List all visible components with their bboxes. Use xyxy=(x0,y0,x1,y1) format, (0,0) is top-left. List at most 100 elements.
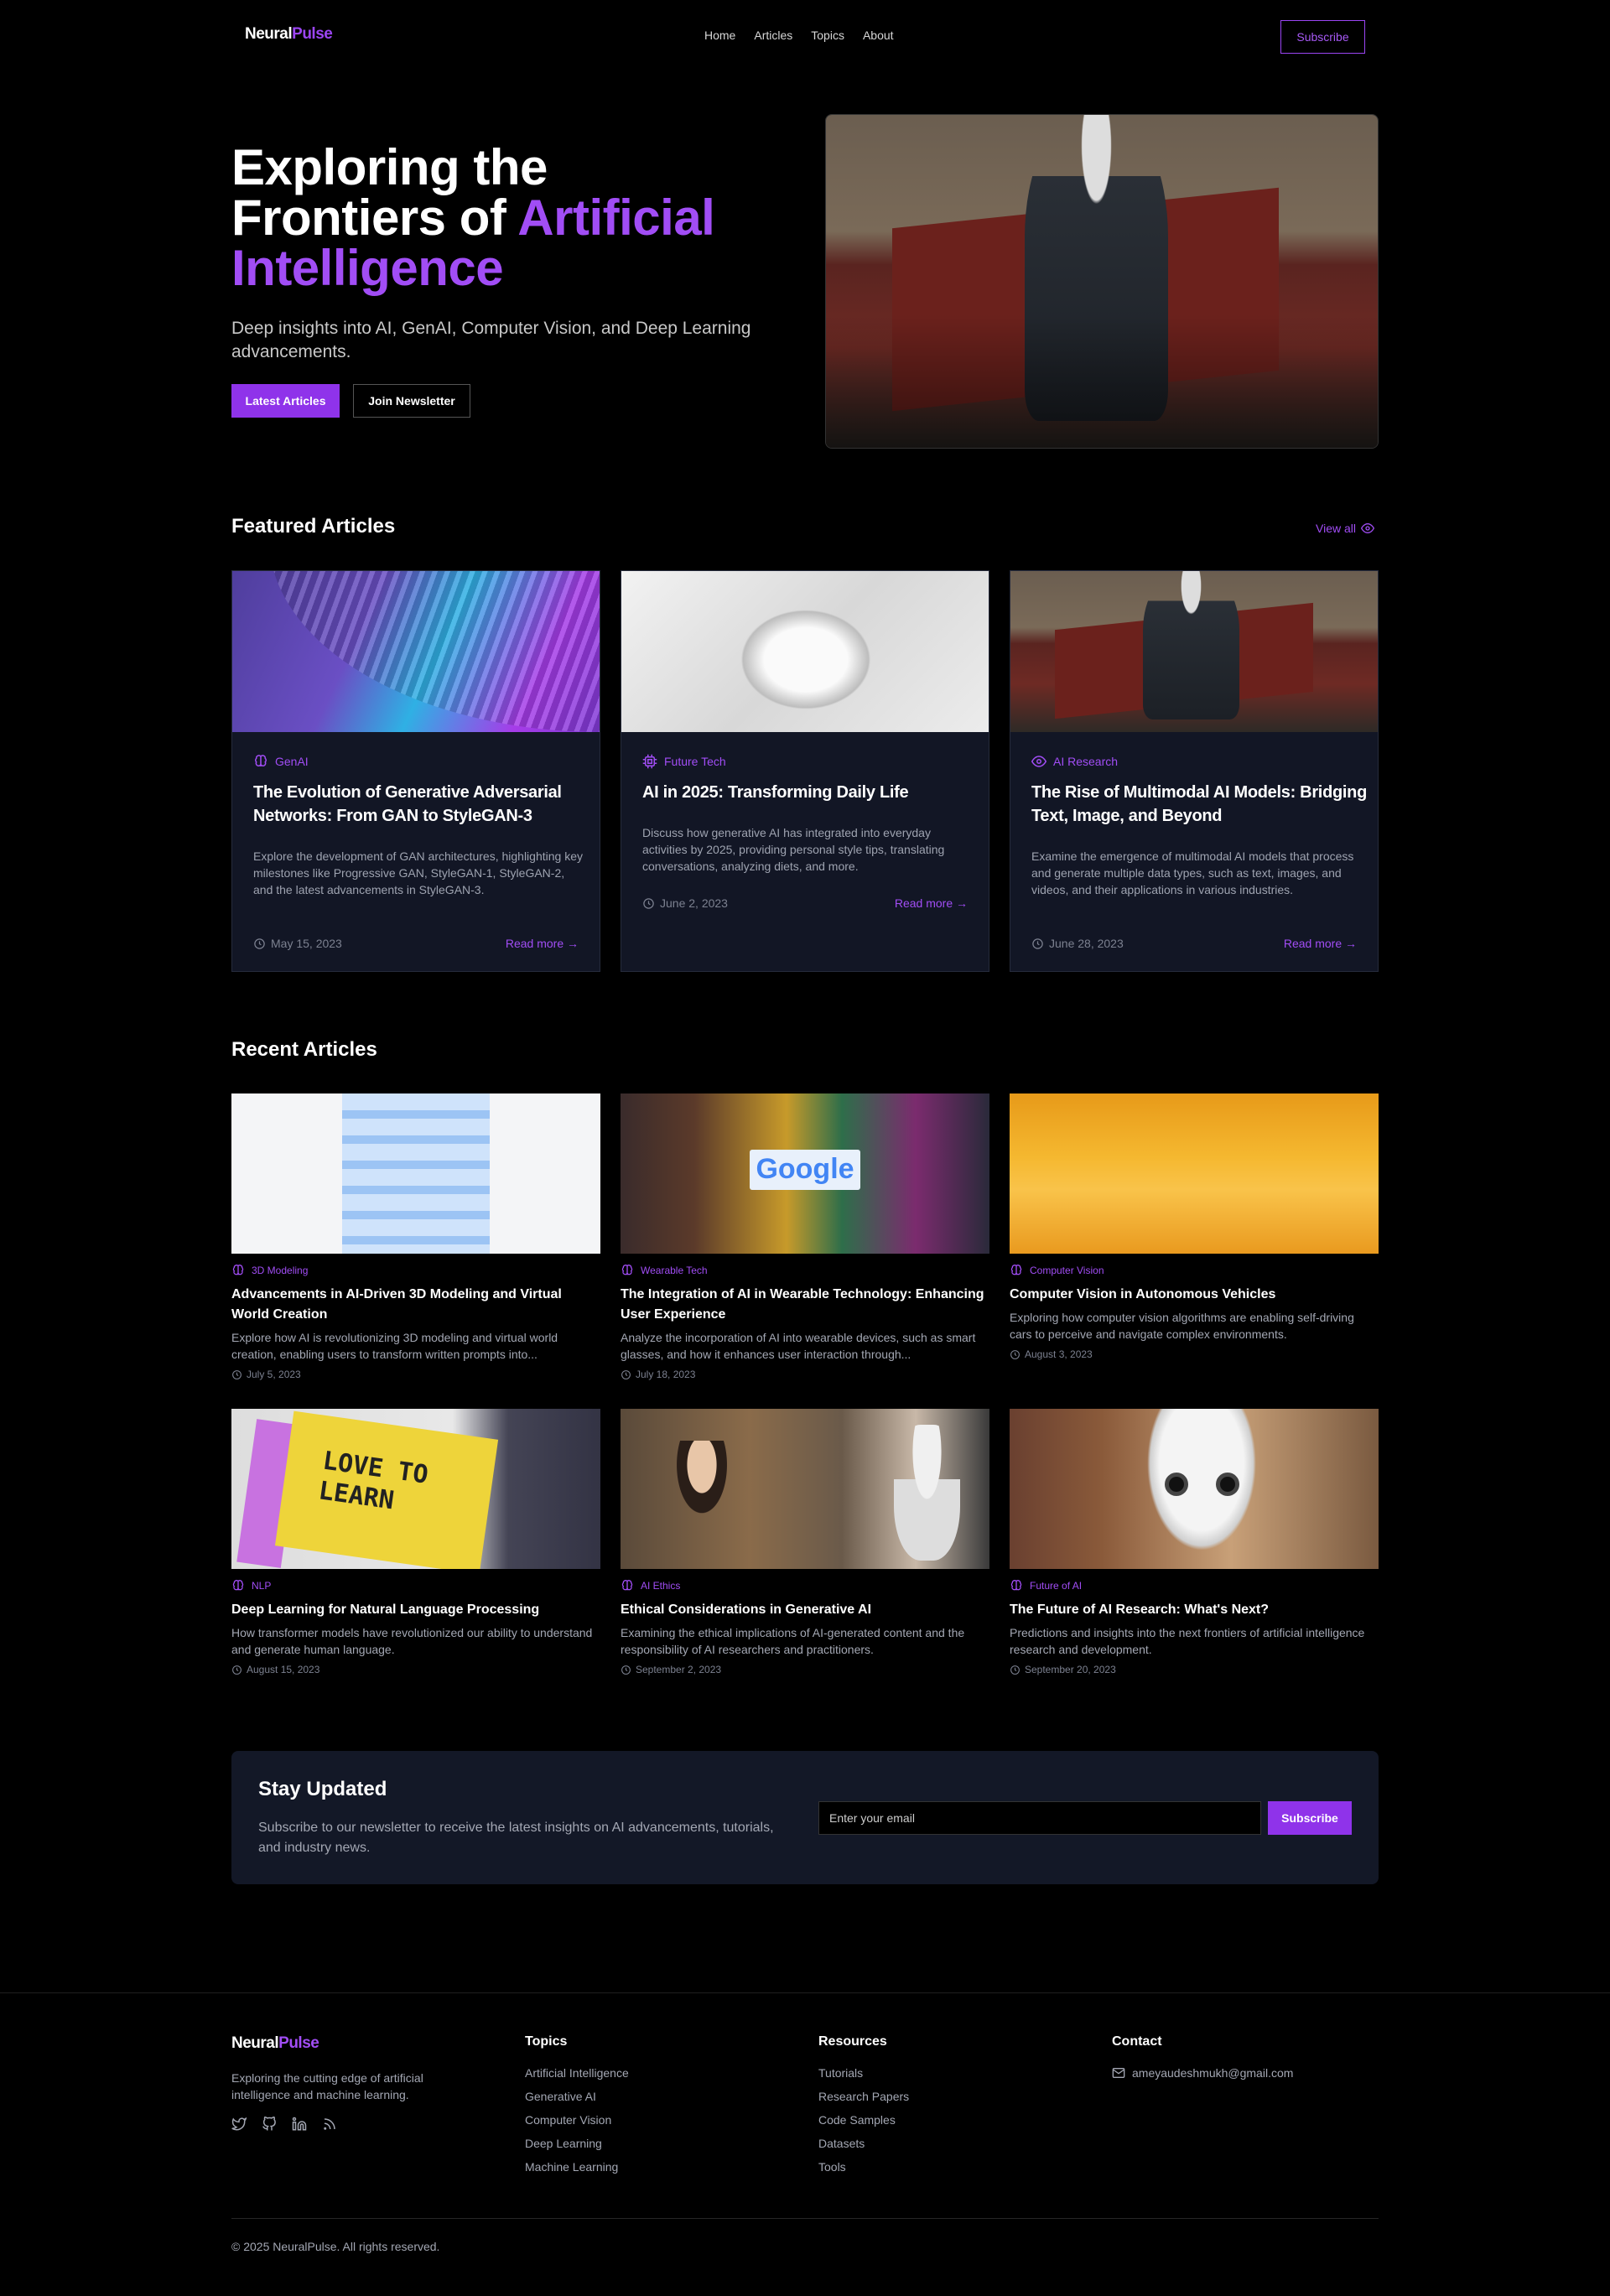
brain-icon xyxy=(621,1579,634,1592)
nav-link-topics[interactable]: Topics xyxy=(811,29,844,42)
linkedin-icon[interactable] xyxy=(292,2117,307,2132)
recent-card[interactable]: 3D Modeling Advancements in AI-Driven 3D… xyxy=(231,1093,600,1380)
featured-card-image xyxy=(1010,571,1378,732)
featured-card-title[interactable]: AI in 2025: Transforming Daily Life xyxy=(642,781,978,804)
recent-card-date-text: July 5, 2023 xyxy=(247,1369,301,1380)
recent-card[interactable]: LOVE TO LEARN NLP Deep Learning for Natur… xyxy=(231,1409,600,1675)
view-all-link[interactable]: View all xyxy=(1316,522,1374,535)
brain-icon xyxy=(253,754,268,769)
recent-card-image xyxy=(621,1409,989,1569)
github-icon[interactable] xyxy=(262,2117,277,2132)
brain-icon xyxy=(621,1264,634,1277)
latest-articles-button[interactable]: Latest Articles xyxy=(231,384,340,418)
hero-subtitle: Deep insights into AI, GenAI, Computer V… xyxy=(231,319,751,361)
featured-card-category[interactable]: Future Tech xyxy=(642,754,726,769)
recent-card-image: LOVE TO LEARN xyxy=(231,1409,600,1569)
recent-card-description: Explore how AI is revolutionizing 3D mod… xyxy=(231,1331,558,1361)
featured-card[interactable]: GenAI The Evolution of Generative Advers… xyxy=(231,570,600,972)
footer-resource-link[interactable]: Datasets xyxy=(818,2137,865,2150)
footer-topics: Topics Artificial Intelligence Generativ… xyxy=(525,2034,629,2179)
newsletter-email-input[interactable] xyxy=(818,1801,1261,1835)
recent-card-image xyxy=(1010,1093,1379,1254)
featured-card-category[interactable]: AI Research xyxy=(1031,754,1118,769)
social-links xyxy=(231,2117,337,2132)
recent-card-description: Predictions and insights into the next f… xyxy=(1010,1626,1365,1656)
footer-resources: Resources Tutorials Research Papers Code… xyxy=(818,2034,909,2179)
recent-card-category[interactable]: NLP xyxy=(231,1579,600,1592)
nav-subscribe-button[interactable]: Subscribe xyxy=(1280,20,1365,54)
footer-contact-heading: Contact xyxy=(1112,2034,1162,2049)
clock-icon xyxy=(231,1369,242,1380)
clock-icon xyxy=(1031,938,1044,950)
newsletter-subscribe-button[interactable]: Subscribe xyxy=(1268,1801,1352,1835)
footer-topic-link[interactable]: Machine Learning xyxy=(525,2160,618,2174)
rss-icon[interactable] xyxy=(322,2117,337,2132)
logo-accent-text: Pulse xyxy=(292,25,333,43)
footer-resource-link[interactable]: Tutorials xyxy=(818,2066,863,2080)
featured-card-title[interactable]: The Rise of Multimodal AI Models: Bridgi… xyxy=(1031,781,1367,828)
footer-resource-link[interactable]: Tools xyxy=(818,2160,846,2174)
footer-resource-link[interactable]: Code Samples xyxy=(818,2113,896,2127)
nav-link-articles[interactable]: Articles xyxy=(754,29,792,42)
recent-card[interactable]: Google Wearable Tech The Integration of … xyxy=(621,1093,989,1380)
featured-card[interactable]: AI Research The Rise of Multimodal AI Mo… xyxy=(1010,570,1379,972)
site-logo[interactable]: NeuralPulse xyxy=(245,25,333,44)
hero-title: Exploring the Frontiers of Artificial In… xyxy=(231,143,768,293)
recent-card-title[interactable]: The Future of AI Research: What's Next? xyxy=(1010,1600,1379,1620)
nav-link-about[interactable]: About xyxy=(863,29,894,42)
footer-topic-link[interactable]: Artificial Intelligence xyxy=(525,2066,629,2080)
nav-link-home[interactable]: Home xyxy=(704,29,735,42)
recent-card-title[interactable]: Computer Vision in Autonomous Vehicles xyxy=(1010,1285,1379,1305)
recent-card-image xyxy=(231,1093,600,1254)
clock-icon xyxy=(1010,1665,1021,1675)
recent-card-title[interactable]: The Integration of AI in Wearable Techno… xyxy=(621,1285,989,1325)
featured-card[interactable]: Future Tech AI in 2025: Transforming Dai… xyxy=(621,570,989,972)
recent-card-category[interactable]: AI Ethics xyxy=(621,1579,989,1592)
newsletter-heading: Stay Updated xyxy=(258,1778,387,1800)
featured-card-title[interactable]: The Evolution of Generative Adversarial … xyxy=(253,781,589,828)
read-more-link[interactable]: Read more → xyxy=(506,937,579,950)
featured-card-image xyxy=(621,571,989,732)
recent-card-date-text: July 18, 2023 xyxy=(636,1369,696,1380)
recent-card[interactable]: Future of AI The Future of AI Research: … xyxy=(1010,1409,1379,1675)
recent-card[interactable]: AI Ethics Ethical Considerations in Gene… xyxy=(621,1409,989,1675)
recent-card-category[interactable]: Computer Vision xyxy=(1010,1264,1379,1277)
view-all-label: View all xyxy=(1316,522,1356,535)
read-more-link[interactable]: Read more → xyxy=(895,896,968,910)
clock-icon xyxy=(1010,1349,1021,1360)
recent-card-date: September 20, 2023 xyxy=(1010,1664,1379,1675)
recent-card-title[interactable]: Deep Learning for Natural Language Proce… xyxy=(231,1600,600,1620)
recent-card-title[interactable]: Advancements in AI-Driven 3D Modeling an… xyxy=(231,1285,600,1325)
recent-card-description: Exploring how computer vision algorithms… xyxy=(1010,1311,1354,1341)
featured-card-image xyxy=(232,571,600,732)
recent-card-title[interactable]: Ethical Considerations in Generative AI xyxy=(621,1600,989,1620)
recent-card-image: Google xyxy=(621,1093,989,1254)
read-more-link[interactable]: Read more → xyxy=(1284,937,1357,950)
recent-card[interactable]: Computer Vision Computer Vision in Auton… xyxy=(1010,1093,1379,1360)
footer-topic-link[interactable]: Computer Vision xyxy=(525,2113,611,2127)
featured-card-category-label: Future Tech xyxy=(664,755,726,768)
footer-bottom-divider xyxy=(231,2218,1379,2219)
recent-heading: Recent Articles xyxy=(231,1038,377,1061)
featured-card-description: Explore the development of GAN architect… xyxy=(253,849,583,896)
brain-icon xyxy=(1010,1579,1023,1592)
footer-logo[interactable]: NeuralPulse xyxy=(231,2034,319,2053)
recent-card-category[interactable]: Wearable Tech xyxy=(621,1264,989,1277)
footer-topic-link[interactable]: Deep Learning xyxy=(525,2137,602,2150)
top-nav: NeuralPulse Home Articles Topics About S… xyxy=(0,0,1610,74)
clock-icon xyxy=(621,1665,631,1675)
twitter-icon[interactable] xyxy=(231,2117,247,2132)
footer-tagline: Exploring the cutting edge of artificial… xyxy=(231,2071,423,2101)
footer-topics-heading: Topics xyxy=(525,2034,568,2049)
footer-topic-link[interactable]: Generative AI xyxy=(525,2090,596,2103)
recent-card-category[interactable]: Future of AI xyxy=(1010,1579,1379,1592)
footer-divider xyxy=(0,1992,1610,1993)
recent-card-image xyxy=(1010,1409,1379,1569)
recent-card-category[interactable]: 3D Modeling xyxy=(231,1264,600,1277)
featured-card-category[interactable]: GenAI xyxy=(253,754,309,769)
join-newsletter-button[interactable]: Join Newsletter xyxy=(353,384,470,418)
contact-email-link[interactable]: ameyaudeshmukh@gmail.com xyxy=(1132,2061,1293,2085)
footer-resource-link[interactable]: Research Papers xyxy=(818,2090,909,2103)
brain-icon xyxy=(1010,1264,1023,1277)
clock-icon xyxy=(642,897,655,910)
